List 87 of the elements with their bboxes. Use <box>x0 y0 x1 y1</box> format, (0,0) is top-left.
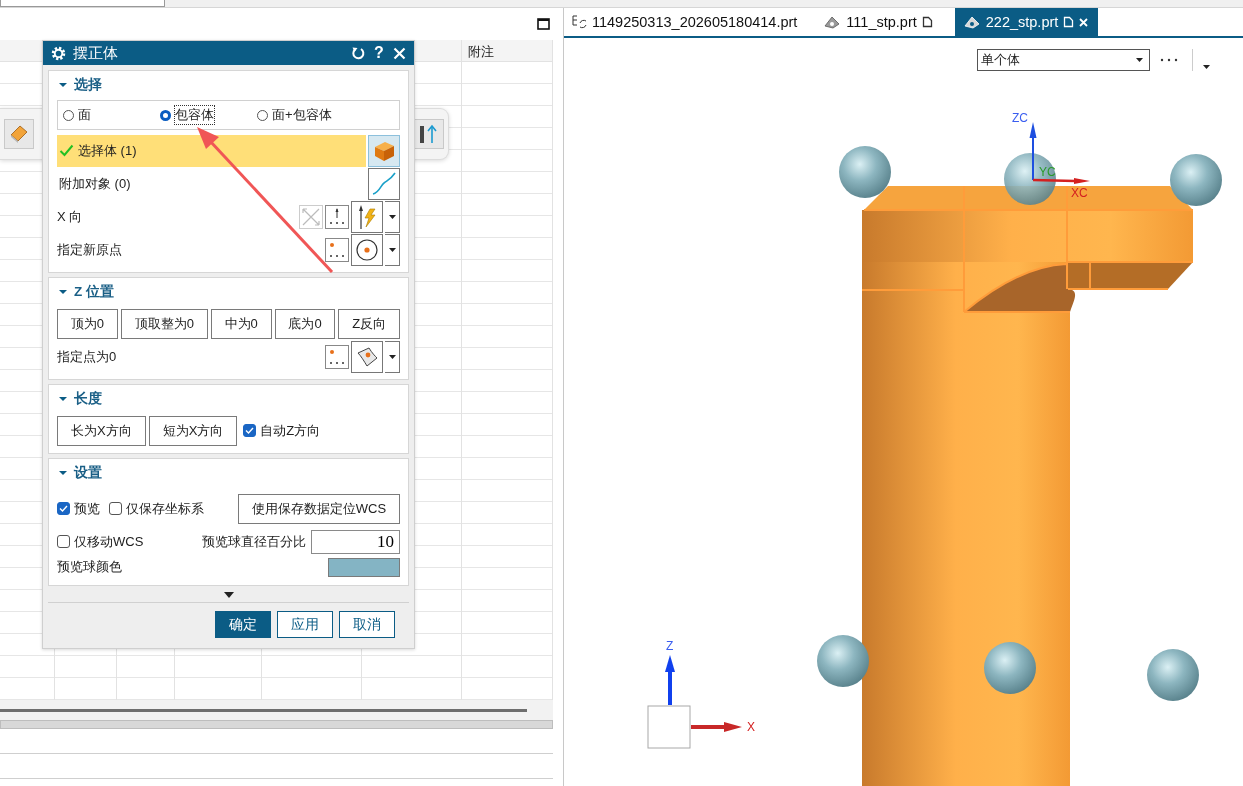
tool-button[interactable] <box>351 233 383 266</box>
action-button[interactable]: 长为X方向 <box>57 415 146 446</box>
filter-dropdown[interactable]: 单个体 <box>977 49 1150 71</box>
axis-label: YC <box>1039 165 1056 179</box>
dropdown-button[interactable] <box>385 200 400 233</box>
surface-point-icon <box>355 344 379 369</box>
column-header[interactable]: 附注 <box>462 40 553 61</box>
radio-button[interactable]: 面+包容体 <box>257 106 332 124</box>
caret-icon <box>388 354 396 359</box>
section-title: Z 位置 <box>74 282 114 301</box>
point-circle-icon <box>355 237 379 262</box>
field-label: 预览球直径百分比 <box>202 532 306 551</box>
checkbox[interactable]: 仅移动WCS <box>57 532 144 551</box>
section-title: 设置 <box>74 463 102 482</box>
maximize-icon[interactable] <box>537 18 550 30</box>
cross-arrows-icon <box>301 206 321 227</box>
expand-arrow-icon[interactable] <box>223 592 234 598</box>
file-tab[interactable]: 111_stp.prt <box>819 8 943 36</box>
selection-row[interactable]: 选择体 (1) <box>57 134 366 167</box>
action-button[interactable]: 短为X方向 <box>148 415 238 446</box>
checkbox[interactable]: 自动Z方向 <box>243 421 321 440</box>
checkbox[interactable]: 仅保存坐标系 <box>109 499 204 518</box>
part-icon <box>962 14 981 30</box>
point-button[interactable] <box>325 204 349 229</box>
point-button[interactable] <box>325 344 349 369</box>
caret-icon[interactable] <box>1203 65 1210 69</box>
number-field[interactable]: 10 <box>311 529 400 554</box>
dropdown-button[interactable] <box>385 340 400 373</box>
axis-label: ZC <box>1012 111 1028 125</box>
action-button[interactable]: 使用保存数据定位WCS <box>238 493 400 524</box>
axis-label: XC <box>1071 186 1088 200</box>
check-icon <box>58 503 69 514</box>
caret-icon <box>1136 58 1143 62</box>
dialog-button[interactable]: 取消 <box>339 611 395 638</box>
select-button[interactable] <box>368 134 400 167</box>
up-arrow-icon <box>419 123 439 145</box>
file-tab[interactable]: 1149250313_202605180414.prt <box>567 8 808 36</box>
field-label: 指定新原点 <box>57 240 122 259</box>
selection-label: 选择体 (1) <box>78 141 137 160</box>
reset-icon[interactable] <box>351 46 365 60</box>
close-icon[interactable] <box>393 46 406 60</box>
dialog-button[interactable]: 应用 <box>277 611 333 638</box>
radio-button[interactable]: 包容体 <box>160 106 257 124</box>
axis-label: Z <box>666 639 674 653</box>
color-swatch[interactable] <box>328 557 400 577</box>
radio-button[interactable]: 面 <box>63 106 160 124</box>
caret-icon <box>388 214 396 219</box>
vector-button[interactable] <box>351 200 383 233</box>
scrollbar-thumb[interactable] <box>0 708 527 712</box>
selection-label: 附加对象 (0) <box>59 174 131 193</box>
more-icon[interactable] <box>1160 58 1178 62</box>
x-axis-arrow <box>691 722 742 732</box>
tool-button[interactable] <box>351 340 383 373</box>
selection-row[interactable]: 附加对象 (0) <box>57 167 366 200</box>
z-axis-arrow <box>665 655 675 705</box>
assembly-icon <box>571 14 587 30</box>
dropdown-button[interactable] <box>385 233 400 266</box>
action-button[interactable]: 中为0 <box>210 308 272 339</box>
check-icon <box>244 425 256 436</box>
block-icon <box>8 123 30 145</box>
section-title: 长度 <box>74 389 102 408</box>
action-button[interactable]: 底为0 <box>274 308 336 339</box>
file-tab[interactable]: 222_stp.prt <box>954 8 1099 36</box>
z-axis-arrow <box>1029 122 1037 181</box>
field-label: 指定点为0 <box>57 347 117 366</box>
field-label: X 向 <box>57 207 83 226</box>
close-icon[interactable] <box>1079 17 1089 27</box>
curve-icon <box>371 170 397 197</box>
ok-button[interactable]: 确定 <box>215 611 271 638</box>
settings-icon[interactable] <box>51 45 66 61</box>
field-label: 预览球颜色 <box>57 558 122 576</box>
section-title: 选择 <box>74 75 102 94</box>
caret-icon <box>388 247 396 252</box>
action-button[interactable]: 顶为0 <box>57 308 118 339</box>
toolbar-button[interactable] <box>414 119 444 149</box>
action-button[interactable]: 顶取整为0 <box>120 308 208 339</box>
view-cube <box>647 705 691 749</box>
select-button[interactable] <box>368 167 400 200</box>
axis-label: X <box>747 720 755 734</box>
x-axis-arrow <box>1032 178 1090 184</box>
dialog-title: 摆正体 <box>73 43 119 63</box>
point-button[interactable] <box>325 237 349 262</box>
part-icon <box>823 14 842 30</box>
help-button[interactable]: ? <box>372 44 386 62</box>
scrollbar[interactable] <box>0 700 553 720</box>
checkbox[interactable]: 预览 <box>57 499 100 518</box>
action-button[interactable]: Z反向 <box>338 308 400 339</box>
